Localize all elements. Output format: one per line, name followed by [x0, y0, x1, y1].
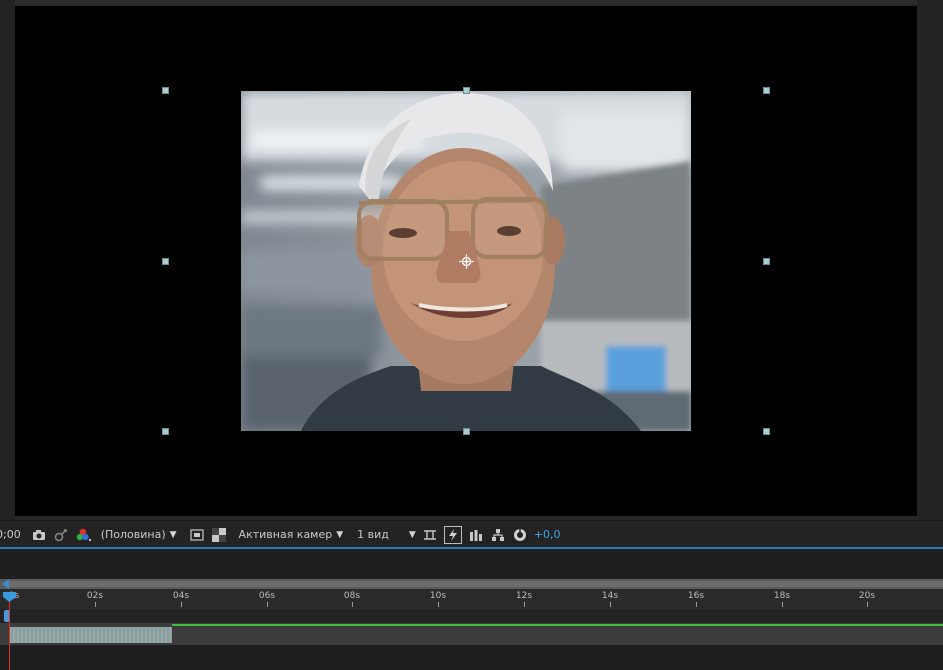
- chevron-down-icon: ▼: [408, 529, 416, 540]
- tick-label: 10s: [429, 591, 447, 601]
- tick-mark: [95, 602, 96, 607]
- tick-label: 06s: [258, 591, 276, 601]
- tick-label: 18s: [773, 591, 791, 601]
- view-layout-value: 1 вид: [357, 528, 389, 541]
- resolution-value: (Половина): [100, 528, 166, 541]
- fast-preview-icon[interactable]: [443, 525, 462, 544]
- active-camera-dropdown[interactable]: Активная камер ▼: [239, 525, 344, 545]
- tick-mark: [352, 602, 353, 607]
- reset-exposure-icon[interactable]: [512, 527, 528, 543]
- tick-mark: [610, 602, 611, 607]
- active-camera-value: Активная камер: [238, 528, 333, 541]
- tick-label: 08s: [343, 591, 361, 601]
- transform-handle-bottom[interactable]: [463, 428, 470, 435]
- tick-mark: [524, 602, 525, 607]
- timeline-empty-area: [0, 645, 943, 670]
- transform-handle-bottom-right[interactable]: [763, 428, 770, 435]
- tick-label: 02s: [86, 591, 104, 601]
- chevron-down-icon: ▼: [169, 529, 177, 540]
- time-ruler[interactable]: 0s 02s 04s 06s 08s 10s 12s 14s 16s 18s 2…: [0, 589, 943, 609]
- current-time-indicator[interactable]: [9, 596, 10, 670]
- playhead-handle-icon[interactable]: [3, 592, 16, 602]
- viewer-toolbar: 0;00 (Половина) ▼ Активная камер ▼ 1 вид…: [0, 520, 943, 548]
- comp-marker-bar[interactable]: [0, 609, 943, 623]
- snapshot-show-icon[interactable]: [53, 527, 69, 543]
- work-area-bar[interactable]: [0, 579, 943, 589]
- render-cache-indicator: [172, 624, 943, 626]
- tick-label: 20s: [858, 591, 876, 601]
- viewer-right-gutter: [917, 0, 943, 520]
- tick-label: 14s: [601, 591, 619, 601]
- timeline-icon[interactable]: [468, 527, 484, 543]
- transform-handle-bottom-left[interactable]: [162, 428, 169, 435]
- pixel-aspect-icon[interactable]: [422, 527, 438, 543]
- color-channels-icon[interactable]: [75, 527, 91, 543]
- tick-mark: [181, 602, 182, 607]
- work-area-start-icon[interactable]: [2, 579, 9, 589]
- anchor-point-icon[interactable]: [459, 254, 474, 269]
- viewer-left-gutter: [0, 0, 15, 520]
- tick-label: 16s: [687, 591, 705, 601]
- tick-mark: [267, 602, 268, 607]
- tick-mark: [867, 602, 868, 607]
- tick-label: 12s: [515, 591, 533, 601]
- exposure-value[interactable]: +0,0: [534, 525, 561, 545]
- resolution-dropdown[interactable]: (Половина) ▼: [101, 525, 177, 545]
- flowchart-icon[interactable]: [490, 527, 506, 543]
- tick-mark: [696, 602, 697, 607]
- layer-bar[interactable]: [9, 627, 172, 643]
- tick-label: 04s: [172, 591, 190, 601]
- viewer-top-strip: [0, 0, 943, 4]
- composition-viewer: [0, 0, 943, 520]
- chevron-down-icon: ▼: [336, 529, 344, 540]
- work-area-range[interactable]: [8, 581, 943, 587]
- transform-handle-top-left[interactable]: [162, 87, 169, 94]
- region-of-interest-icon[interactable]: [189, 527, 205, 543]
- tick-mark: [782, 602, 783, 607]
- transform-handle-right[interactable]: [763, 258, 770, 265]
- current-time-display[interactable]: 0;00: [0, 525, 21, 545]
- view-layout-dropdown[interactable]: 1 вид ▼: [357, 525, 416, 545]
- camera-icon[interactable]: [31, 527, 47, 543]
- transform-handle-top-right[interactable]: [763, 87, 770, 94]
- tick-mark: [438, 602, 439, 607]
- transform-handle-left[interactable]: [162, 258, 169, 265]
- transparency-grid-icon[interactable]: [211, 527, 227, 543]
- transform-handle-top[interactable]: [463, 87, 470, 94]
- timeline-header: [0, 549, 943, 579]
